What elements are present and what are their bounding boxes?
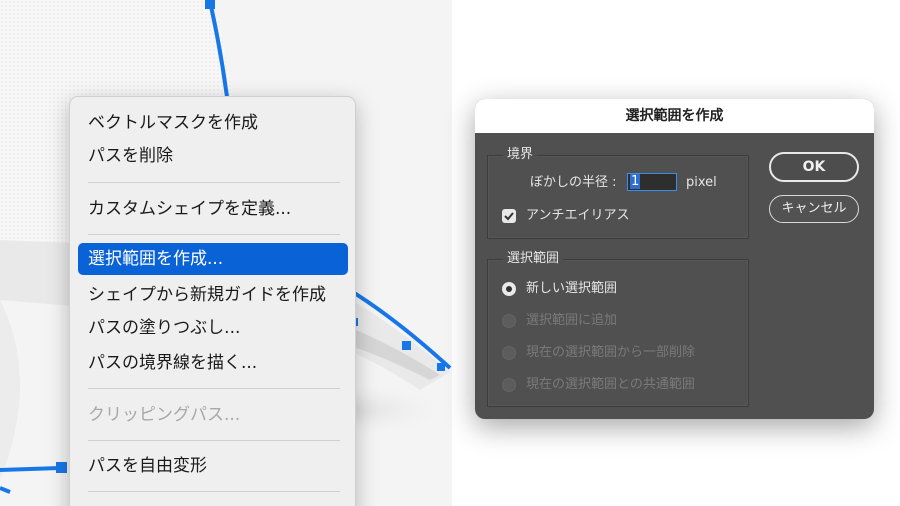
rendering-group bbox=[487, 155, 749, 239]
path-context-menu: ベクトルマスクを作成 パスを削除 カスタムシェイプを定義... 選択範囲を作成.… bbox=[69, 96, 356, 506]
radio-new-selection[interactable] bbox=[502, 282, 516, 296]
menu-item-create-vector-mask[interactable]: ベクトルマスクを作成 bbox=[78, 107, 348, 139]
antialias-label: アンチエイリアス bbox=[526, 208, 630, 223]
feather-radius-value: 1 bbox=[630, 174, 641, 189]
radio-new-selection-label: 新しい選択範囲 bbox=[526, 281, 618, 296]
dialog-title: 選択範囲を作成 bbox=[475, 99, 874, 133]
radio-subtract-from-selection-label: 現在の選択範囲から一部削除 bbox=[526, 345, 696, 360]
radio-add-to-selection bbox=[502, 314, 516, 328]
dialog-backdrop: 選択範囲を作成 境界 ぼかしの半径 : 1 pixel アンチエイリアス 選択範… bbox=[452, 0, 900, 506]
menu-separator bbox=[88, 182, 340, 183]
antialias-checkbox[interactable] bbox=[502, 209, 516, 223]
rendering-group-label: 境界 bbox=[503, 147, 538, 163]
menu-item-clipping-path: クリッピングパス... bbox=[88, 405, 241, 425]
menu-item-define-custom-shape[interactable]: カスタムシェイプを定義... bbox=[78, 193, 348, 225]
menu-item-free-transform-path[interactable]: パスを自由変形 bbox=[78, 450, 348, 482]
cancel-button[interactable]: キャンセル bbox=[769, 195, 859, 223]
radio-add-to-selection-label: 選択範囲に追加 bbox=[526, 313, 618, 328]
menu-separator bbox=[88, 440, 340, 441]
feather-unit-label: pixel bbox=[686, 175, 717, 190]
make-selection-dialog: 選択範囲を作成 境界 ぼかしの半径 : 1 pixel アンチエイリアス 選択範… bbox=[475, 99, 874, 419]
menu-separator bbox=[88, 234, 340, 235]
operation-group-label: 選択範囲 bbox=[503, 251, 564, 267]
menu-item-new-guides-from-shape[interactable]: シェイプから新規ガイドを作成 bbox=[78, 279, 348, 311]
photoshop-canvas[interactable]: ベクトルマスクを作成 パスを削除 カスタムシェイプを定義... 選択範囲を作成.… bbox=[0, 0, 452, 506]
menu-separator bbox=[88, 491, 340, 492]
feather-radius-label: ぼかしの半径 : bbox=[530, 175, 617, 190]
checkmark-icon bbox=[504, 212, 514, 221]
menu-item-make-selection[interactable]: 選択範囲を作成... bbox=[78, 243, 348, 275]
menu-separator bbox=[88, 388, 340, 389]
ok-button[interactable]: OK bbox=[769, 152, 859, 182]
menu-item-delete-path[interactable]: パスを削除 bbox=[78, 140, 348, 172]
radio-subtract-from-selection bbox=[502, 346, 516, 360]
menu-item-fill-path[interactable]: パスの塗りつぶし... bbox=[78, 312, 348, 344]
radio-intersect-selection bbox=[502, 378, 516, 392]
feather-radius-input[interactable]: 1 bbox=[627, 173, 677, 191]
radio-intersect-selection-label: 現在の選択範囲との共通範囲 bbox=[526, 377, 695, 392]
menu-item-stroke-path[interactable]: パスの境界線を描く... bbox=[78, 347, 348, 379]
